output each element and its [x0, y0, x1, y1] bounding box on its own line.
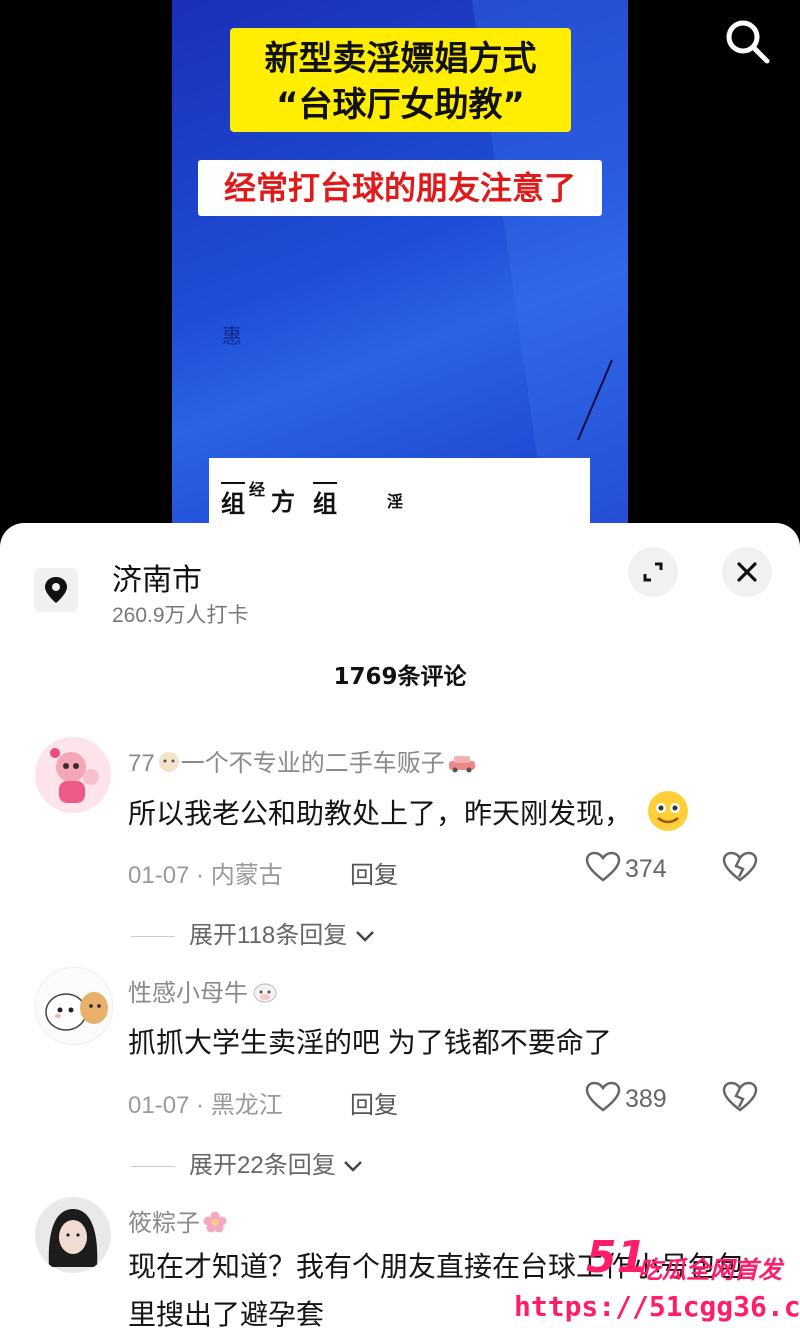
heart-icon — [585, 851, 621, 882]
avatar[interactable] — [35, 967, 113, 1045]
expand-replies-label: 展开22条回复 — [189, 1152, 336, 1179]
comment-region: 黑龙江 — [210, 1092, 283, 1119]
doc-char: 组 — [313, 482, 337, 519]
expand-replies-button[interactable]: 展开118条回复 — [131, 915, 376, 950]
doc-char: 淫 — [387, 492, 404, 511]
expand-icon[interactable] — [628, 547, 678, 597]
chevron-down-icon — [356, 931, 374, 942]
reply-button[interactable]: 回复 — [350, 855, 398, 890]
heart-icon — [585, 1081, 621, 1112]
avatar[interactable] — [35, 1197, 111, 1273]
doc-char: 经 — [249, 480, 266, 499]
doc-char: 方 — [271, 488, 295, 516]
search-icon[interactable] — [722, 16, 772, 66]
broken-heart-icon — [722, 851, 758, 882]
reply-button[interactable]: 回复 — [350, 1085, 398, 1120]
location-title[interactable]: 济南市 — [112, 555, 202, 599]
comment-username[interactable]: 77 一个不专业的二手车贩子 — [128, 743, 475, 778]
comment-text: 所以我老公和助教处上了，昨天刚发现， — [128, 789, 768, 848]
comment-date: 01-07 — [128, 1092, 190, 1119]
username-text: 筱粽子 — [128, 1210, 200, 1237]
smile-emoji-icon — [646, 789, 690, 848]
username-text: 77 — [128, 750, 155, 777]
car-emoji-icon — [447, 752, 475, 773]
location-pin-icon[interactable] — [34, 568, 78, 612]
doc-char: 组 — [221, 482, 245, 519]
divider — [131, 936, 175, 938]
comment-meta: 01-07 · 黑龙江 — [128, 1092, 283, 1119]
like-button[interactable]: 374 — [585, 851, 667, 884]
dislike-button[interactable] — [722, 851, 758, 887]
comment-date: 01-07 — [128, 862, 190, 889]
comment-text-content: 所以我老公和助教处上了，昨天刚发现， — [128, 798, 633, 829]
comments-sheet: 济南市 260.9万人打卡 1769条评论 77 一个不专业的二手车贩子 所以我… — [0, 523, 800, 1333]
chevron-down-icon — [344, 1161, 363, 1172]
comment-username[interactable]: 性感小母牛 — [128, 973, 277, 1008]
headline-line1: 新型卖淫嫖娼方式 — [264, 39, 537, 79]
location-checkins: 260.9万人打卡 — [112, 604, 249, 627]
headline-line2: “台球厅女助教” — [276, 85, 525, 125]
like-button[interactable]: 389 — [585, 1081, 667, 1114]
site-watermark: 51 吃瓜全网首发 https://51cgg36.com — [508, 1232, 800, 1333]
headline-banner: 新型卖淫嫖娼方式 “台球厅女助教” — [230, 28, 571, 132]
flower-emoji-icon — [202, 1211, 227, 1233]
comment-meta: 01-07 · 内蒙古 — [128, 862, 283, 889]
broken-heart-icon — [722, 1081, 758, 1112]
blurred-text: 惠 — [222, 324, 242, 348]
close-icon[interactable] — [722, 547, 772, 597]
dislike-button[interactable] — [722, 1081, 758, 1117]
divider — [131, 1166, 175, 1168]
expand-replies-label: 展开118条回复 — [189, 922, 348, 949]
comment-username[interactable]: 筱粽子 — [128, 1203, 227, 1238]
face-emoji-icon — [157, 751, 181, 772]
avatar[interactable] — [35, 737, 111, 813]
watermark-slogan: 吃瓜全网首发 — [638, 1256, 782, 1284]
username-text: 性感小母牛 — [128, 980, 248, 1007]
subheadline-banner: 经常打台球的朋友注意了 — [198, 160, 602, 216]
comment-text: 抓抓大学生卖淫的吧 为了钱都不要命了 — [128, 1027, 612, 1058]
cow-emoji-icon — [250, 981, 277, 1003]
username-suffix: 一个不专业的二手车贩子 — [180, 750, 445, 777]
video-player[interactable]: 新型卖淫嫖娼方式 “台球厅女助教” 经常打台球的朋友注意了 惠 组 经 方 组 … — [0, 0, 800, 560]
expand-replies-button[interactable]: 展开22条回复 — [131, 1145, 364, 1180]
comment-region: 内蒙古 — [210, 862, 283, 889]
like-count: 389 — [625, 1085, 667, 1113]
like-count: 374 — [625, 855, 667, 883]
comment-count: 1769条评论 — [333, 664, 467, 690]
watermark-url: https://51cgg36.com — [514, 1290, 800, 1323]
